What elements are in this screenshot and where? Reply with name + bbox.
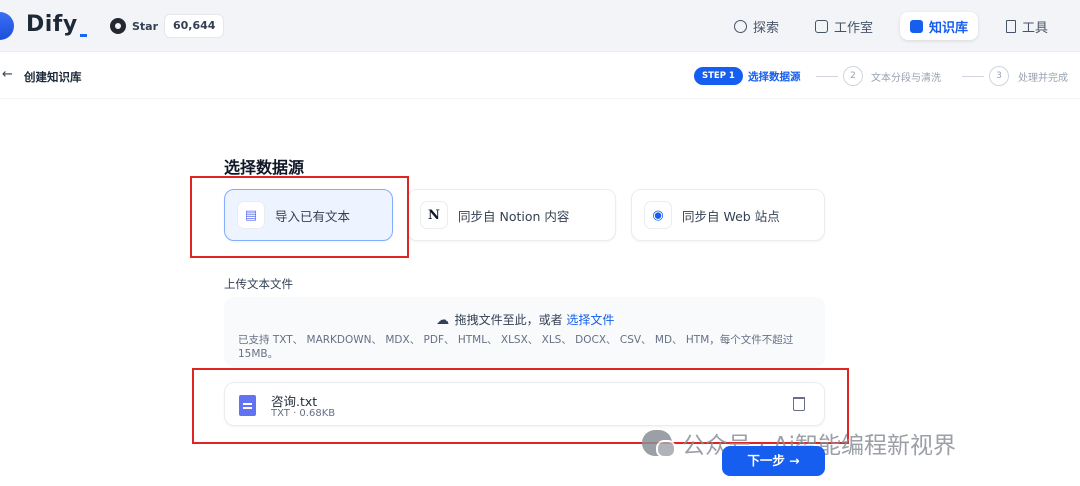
top-navbar: Dify Star 60,644 探索 工作室 知识库 工具: [0, 0, 1080, 52]
source-notion[interactable]: N 同步自 Notion 内容: [407, 189, 616, 241]
step-connector: [962, 76, 984, 77]
hammer-icon: [1006, 19, 1016, 33]
notion-icon: N: [420, 201, 448, 229]
page-title: 创建知识库: [24, 70, 82, 84]
highlight-box-source: [190, 176, 409, 258]
star-count-badge[interactable]: 60,644: [164, 14, 225, 38]
drag-text: 拖拽文件至此，或者: [454, 313, 563, 327]
logo-accent: [80, 34, 87, 37]
cloud-upload-icon: ☁: [436, 313, 450, 328]
source-web[interactable]: ◉ 同步自 Web 站点: [631, 189, 825, 241]
upload-hint: 已支持 TXT、 MARKDOWN、 MDX、 PDF、 HTML、 XLSX、…: [238, 334, 794, 360]
nav-label: 探索: [753, 20, 780, 36]
star-label: Star: [132, 19, 159, 33]
next-step-button[interactable]: 下一步 →: [722, 446, 825, 476]
step-3-label: 处理并完成: [1018, 73, 1068, 84]
app-logo[interactable]: Dify: [26, 12, 78, 37]
book-icon: [910, 19, 923, 33]
logo-mark: [0, 12, 14, 40]
back-arrow-icon[interactable]: ←: [2, 67, 13, 82]
explore-icon: [734, 19, 747, 33]
upload-label: 上传文本文件: [224, 277, 293, 291]
select-file-link[interactable]: 选择文件: [566, 313, 614, 327]
nav-tools[interactable]: 工具: [996, 12, 1058, 40]
source-label: 同步自 Notion 内容: [458, 208, 570, 224]
nav-label: 知识库: [929, 20, 969, 36]
section-title: 选择数据源: [224, 158, 305, 177]
page-header: ← 创建知识库 STEP 1 选择数据源 2 文本分段与清洗 3 处理并完成: [0, 53, 1080, 99]
upload-row: ☁ 拖拽文件至此，或者 选择文件: [224, 311, 825, 328]
nav-studio[interactable]: 工作室: [805, 12, 883, 40]
robot-icon: [815, 19, 828, 33]
step-1-badge: STEP 1: [694, 67, 743, 85]
wechat-icon: [642, 430, 676, 458]
web-icon: ◉: [644, 201, 672, 229]
file-drop-zone[interactable]: ☁ 拖拽文件至此，或者 选择文件 已支持 TXT、 MARKDOWN、 MDX、 …: [224, 297, 825, 367]
nav-knowledge[interactable]: 知识库: [900, 12, 979, 40]
github-star-button[interactable]: Star: [110, 15, 158, 37]
nav-label: 工具: [1022, 20, 1049, 36]
step-2-number: 2: [843, 66, 863, 86]
nav-label: 工作室: [834, 20, 874, 36]
step-connector: [816, 76, 838, 77]
nav-explore[interactable]: 探索: [724, 12, 789, 40]
github-icon: [110, 18, 126, 34]
source-label: 同步自 Web 站点: [682, 208, 780, 224]
step-2-label: 文本分段与清洗: [871, 73, 941, 84]
step-1-label: 选择数据源: [748, 71, 801, 83]
step-3-number: 3: [989, 66, 1009, 86]
